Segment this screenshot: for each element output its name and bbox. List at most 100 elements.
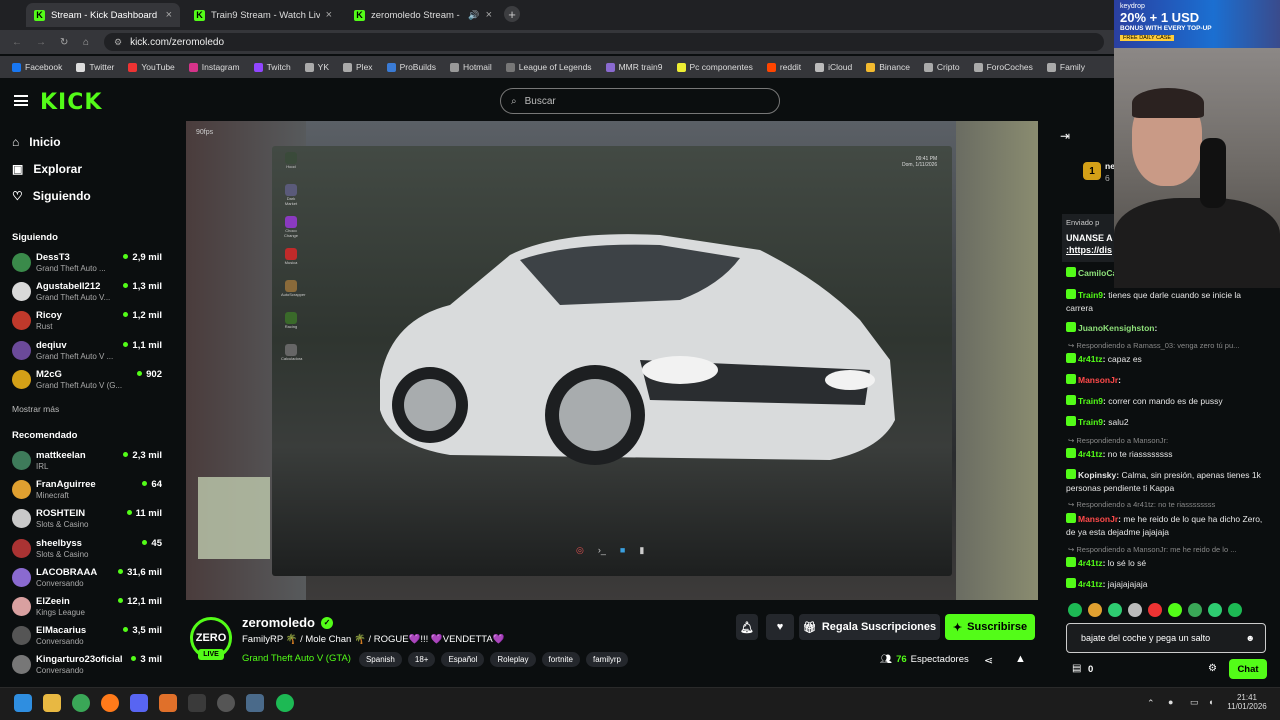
bookmark-item[interactable]: Pc componentes bbox=[676, 62, 753, 72]
bookmark-item[interactable]: Binance bbox=[866, 62, 910, 72]
nav-following[interactable]: ♡ Siguiendo bbox=[12, 189, 91, 203]
chat-username[interactable]: Train9 bbox=[1078, 417, 1103, 427]
stream-tag[interactable]: familyrp bbox=[585, 652, 628, 667]
tab-kick-dashboard[interactable]: K Stream - Kick Dashboard × bbox=[26, 3, 180, 27]
chat-username[interactable]: MansonJr bbox=[1078, 375, 1118, 385]
stream-tag[interactable]: Spanish bbox=[358, 652, 402, 667]
chat-username[interactable]: 4r41tz bbox=[1078, 558, 1103, 568]
report-icon[interactable]: ▲ bbox=[1015, 653, 1026, 665]
sidebar-channel[interactable]: Agustabell212 Grand Theft Auto V... 1,3 mi… bbox=[12, 279, 162, 307]
bookmark-item[interactable]: Hotmail bbox=[449, 62, 492, 72]
chat-username[interactable]: 4r41tz bbox=[1078, 449, 1103, 459]
notifications-button[interactable]: 🔔︎ bbox=[736, 614, 758, 640]
emote-icon[interactable] bbox=[1208, 603, 1222, 617]
speaker-icon[interactable]: 🔊 bbox=[468, 10, 479, 21]
stream-tag[interactable]: Roleplay bbox=[490, 652, 536, 667]
stream-tag[interactable]: fortnite bbox=[541, 652, 580, 667]
bookmark-item[interactable]: MMR train9 bbox=[605, 62, 663, 72]
streamer-name[interactable]: zeromoledo bbox=[242, 615, 315, 630]
subscribe-button[interactable]: ✦ Suscribirse bbox=[945, 614, 1035, 640]
chat-username[interactable]: Train9 bbox=[1078, 396, 1103, 406]
share-icon[interactable]: ⋖ bbox=[984, 654, 993, 667]
category-link[interactable]: Grand Theft Auto V (GTA) bbox=[242, 653, 351, 664]
sidebar-channel[interactable]: Ricoy Rust 1,2 mil bbox=[12, 308, 162, 336]
pinned-message[interactable]: Enviado p UNANSE A :https://dis bbox=[1062, 214, 1122, 262]
emote-icon[interactable] bbox=[1188, 603, 1202, 617]
bookmark-item[interactable]: Twitch bbox=[253, 62, 291, 72]
new-tab-button[interactable]: + bbox=[504, 6, 520, 22]
bookmark-item[interactable]: YK bbox=[304, 62, 329, 72]
back-icon[interactable]: ← bbox=[12, 37, 22, 48]
emote-icon[interactable] bbox=[1128, 603, 1142, 617]
close-icon[interactable]: × bbox=[326, 9, 332, 21]
bookmark-item[interactable]: iCloud bbox=[815, 62, 852, 72]
rewards-icon[interactable]: ▤ bbox=[1072, 663, 1081, 674]
bookmark-item[interactable]: Facebook bbox=[12, 62, 62, 72]
bookmark-item[interactable]: Cripto bbox=[923, 62, 960, 72]
emote-icon[interactable] bbox=[1088, 603, 1102, 617]
microphone-icon[interactable]: ● bbox=[1168, 697, 1173, 707]
forward-icon[interactable]: → bbox=[36, 37, 46, 48]
sidebar-channel[interactable]: Kingarturo23oficial Conversando 3 mil bbox=[12, 652, 162, 680]
bookmark-item[interactable]: Plex bbox=[343, 62, 373, 72]
chat-input[interactable]: bajate del coche y pega un salto ☻ bbox=[1066, 623, 1266, 653]
bookmark-item[interactable]: League of Legends bbox=[505, 62, 592, 72]
sidebar-channel[interactable]: ElZeein Kings League 12,1 mil bbox=[12, 594, 162, 622]
tab-zeromoledo-stream[interactable]: K zeromoledo Stream - Watch Live on Kick… bbox=[346, 3, 500, 27]
emoji-icon[interactable]: ☻ bbox=[1246, 633, 1255, 643]
emote-icon[interactable] bbox=[1068, 603, 1082, 617]
reload-icon[interactable]: ↻ bbox=[60, 37, 68, 48]
bookmark-item[interactable]: Family bbox=[1046, 62, 1085, 72]
collapse-chat-icon[interactable]: ⇥ bbox=[1060, 129, 1070, 143]
url-field[interactable]: ⚙ kick.com/zeromoledo bbox=[104, 33, 1104, 51]
chat-username[interactable]: Kopinsky bbox=[1078, 470, 1116, 480]
sidebar-channel[interactable]: ROSHTEIN Slots & Casino 11 mil bbox=[12, 506, 162, 534]
sidebar-channel[interactable]: deqiuv Grand Theft Auto V ... 1,1 mil bbox=[12, 338, 162, 366]
sidebar-channel[interactable]: FranAguirree Minecraft 64 bbox=[12, 477, 162, 505]
chat-username[interactable]: Train9 bbox=[1078, 290, 1103, 300]
settings-icon[interactable] bbox=[246, 694, 264, 712]
sidebar-channel[interactable]: sheelbyss Slots & Casino 45 bbox=[12, 536, 162, 564]
stream-tag[interactable]: Español bbox=[441, 652, 485, 667]
app-icon[interactable] bbox=[159, 694, 177, 712]
file-explorer-icon[interactable] bbox=[43, 694, 61, 712]
chat-username[interactable]: MansonJr bbox=[1078, 514, 1118, 524]
home-icon[interactable]: ⌂ bbox=[83, 37, 89, 48]
bookmark-item[interactable]: YouTube bbox=[128, 62, 175, 72]
firefox-icon[interactable] bbox=[101, 694, 119, 712]
nav-home[interactable]: ⌂ Inicio bbox=[12, 135, 61, 149]
show-more-link[interactable]: Mostrar más bbox=[12, 404, 59, 414]
obs-icon[interactable] bbox=[217, 694, 235, 712]
emote-icon[interactable] bbox=[1168, 603, 1182, 617]
gift-subs-button[interactable]: 🎁︎ Regala Suscripciones bbox=[799, 614, 940, 640]
discord-icon[interactable] bbox=[130, 694, 148, 712]
chat-username[interactable]: JuanoKensighston bbox=[1078, 323, 1155, 333]
chat-username[interactable]: 4r41tz bbox=[1078, 354, 1103, 364]
emote-icon[interactable] bbox=[1148, 603, 1162, 617]
sidebar-channel[interactable]: DessT3 Grand Theft Auto ... 2,9 mil bbox=[12, 250, 162, 278]
emote-icon[interactable] bbox=[1228, 603, 1242, 617]
pinned-link[interactable]: :https://dis bbox=[1062, 243, 1122, 255]
start-icon[interactable] bbox=[14, 694, 32, 712]
tab-train9-stream[interactable]: K Train9 Stream - Watch Live on Kick × bbox=[186, 3, 340, 27]
bookmark-item[interactable]: Twitter bbox=[76, 62, 114, 72]
tray-chevron-icon[interactable]: ⌃ bbox=[1147, 698, 1155, 709]
emote-icon[interactable] bbox=[1108, 603, 1122, 617]
follow-button[interactable]: ♥ bbox=[766, 614, 794, 640]
chrome-icon[interactable] bbox=[72, 694, 90, 712]
stream-tag[interactable]: 18+ bbox=[407, 652, 436, 667]
bookmark-item[interactable]: ForoCoches bbox=[973, 62, 1033, 72]
site-info-icon[interactable]: ⚙ bbox=[114, 37, 122, 48]
nav-explore[interactable]: ▣ Explorar bbox=[12, 162, 82, 176]
clock[interactable]: 21:41 11/01/2026 bbox=[1222, 693, 1272, 711]
close-icon[interactable]: × bbox=[166, 9, 172, 21]
sidebar-channel[interactable]: ElMacarius Conversando 3,5 mil bbox=[12, 623, 162, 651]
send-chat-button[interactable]: Chat bbox=[1229, 659, 1267, 679]
sidebar-channel[interactable]: mattkeelan IRL 2,3 mil bbox=[12, 448, 162, 476]
bookmark-item[interactable]: reddit bbox=[766, 62, 801, 72]
chat-settings-icon[interactable]: ⚙ bbox=[1208, 663, 1217, 674]
kick-logo[interactable]: KICK bbox=[40, 90, 102, 115]
spotify-icon[interactable] bbox=[276, 694, 294, 712]
menu-icon[interactable] bbox=[14, 95, 28, 106]
sidebar-channel[interactable]: M2cG Grand Theft Auto V (G... 902 bbox=[12, 367, 162, 395]
